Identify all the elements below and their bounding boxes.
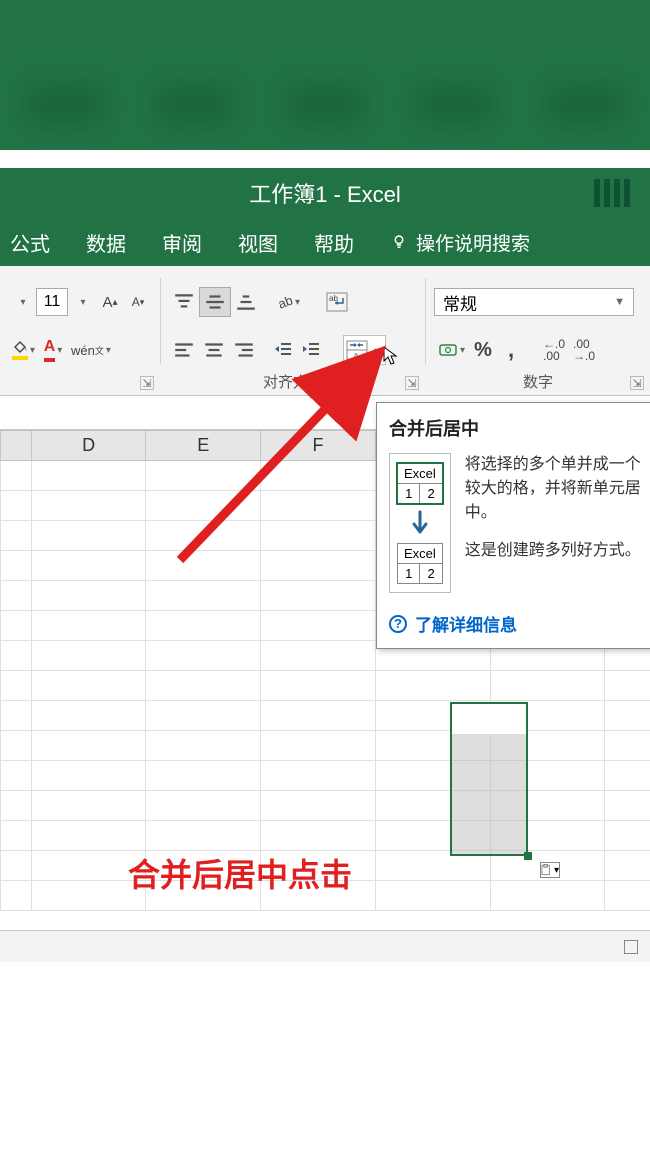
- watermark: Baidu 经验 jingyan.baidu.com: [515, 1103, 636, 1145]
- selection-handle[interactable]: [524, 852, 532, 860]
- font-size-input[interactable]: 11: [36, 288, 68, 316]
- number-format-value: 常规: [443, 290, 477, 315]
- tell-me-search[interactable]: 操作说明搜索: [390, 229, 530, 256]
- tab-view[interactable]: 视图: [238, 228, 278, 257]
- column-header-d[interactable]: D: [31, 431, 146, 461]
- font-size-dropdown[interactable]: [68, 287, 96, 317]
- down-arrow-icon: [408, 510, 432, 538]
- cell-selection: [450, 702, 528, 856]
- svg-text:a: a: [354, 352, 358, 359]
- svg-text:ab: ab: [276, 293, 293, 311]
- tooltip-learn-more-link[interactable]: ? 了解详细信息: [389, 611, 647, 636]
- wrap-text-button[interactable]: ab: [322, 287, 352, 317]
- decorative-bars: [594, 179, 630, 207]
- decrease-decimal-button[interactable]: .00→.0: [569, 335, 599, 365]
- align-bottom-button[interactable]: [231, 287, 261, 317]
- increase-font-button[interactable]: A▴: [96, 287, 124, 317]
- title-bar: 工作簿1 - Excel: [0, 168, 650, 218]
- font-group-launcher[interactable]: ⇲: [140, 376, 154, 390]
- app-chrome-top: [0, 0, 650, 168]
- merge-center-tooltip: 合并后居中 Excel12 Excel12 将选择的多个单并成一个较大的格，并将…: [376, 402, 650, 649]
- tab-help[interactable]: 帮助: [314, 228, 354, 257]
- align-group-launcher[interactable]: ⇲: [405, 376, 419, 390]
- decrease-font-button[interactable]: A▾: [124, 287, 152, 317]
- currency-icon: [438, 341, 458, 359]
- ribbon-tabs: 公式 数据 审阅 视图 帮助 操作说明搜索: [0, 218, 650, 266]
- align-center-button[interactable]: [199, 335, 229, 365]
- gap: [0, 150, 650, 170]
- blurred-region: [0, 60, 650, 150]
- bucket-icon: [12, 340, 28, 360]
- font-color-button[interactable]: A: [39, 335, 67, 365]
- decrease-indent-button[interactable]: [269, 335, 297, 365]
- align-top-button[interactable]: [169, 287, 199, 317]
- increase-decimal-button[interactable]: ←.0.00: [539, 335, 569, 365]
- clipboard-icon: [541, 864, 554, 876]
- ribbon: 11 A▴ A▾ A wén文 ⇲: [0, 266, 650, 396]
- status-bar: [0, 930, 650, 962]
- tooltip-illustration: Excel12 Excel12: [389, 453, 451, 593]
- baidu-paw-icon: [515, 1106, 535, 1126]
- number-group-launcher[interactable]: ⇲: [630, 376, 644, 390]
- comma-button[interactable]: ,: [497, 335, 525, 365]
- phonetic-button[interactable]: wén文: [67, 335, 115, 365]
- tab-review[interactable]: 审阅: [162, 228, 202, 257]
- increase-indent-button[interactable]: [297, 335, 325, 365]
- cursor-icon: [382, 345, 400, 367]
- number-format-dropdown[interactable]: 常规 ▼: [434, 288, 634, 316]
- align-middle-button[interactable]: [199, 287, 231, 317]
- orientation-button[interactable]: ab: [271, 287, 304, 317]
- align-group-label: 对齐方式: [161, 371, 425, 392]
- workbook-title: 工作簿1 - Excel: [249, 177, 401, 209]
- fill-color-button[interactable]: [8, 335, 39, 365]
- tooltip-title: 合并后居中: [389, 415, 647, 441]
- tooltip-description: 将选择的多个单并成一个较大的格，并将新单元居中。 这是创建跨多列好方式。: [465, 453, 647, 593]
- column-header-f[interactable]: F: [261, 431, 376, 461]
- tab-data[interactable]: 数据: [86, 228, 126, 257]
- chevron-down-icon: ▼: [614, 296, 625, 308]
- font-name-dropdown[interactable]: [8, 287, 36, 317]
- merge-center-icon: a: [346, 340, 368, 360]
- instruction-text: 合并后居中点击: [128, 850, 352, 896]
- view-normal-button[interactable]: [624, 940, 638, 954]
- help-icon: ?: [389, 615, 407, 633]
- merge-center-dropdown[interactable]: [368, 341, 383, 359]
- paste-options-button[interactable]: ▾: [540, 862, 560, 878]
- align-right-button[interactable]: [229, 335, 259, 365]
- row-header-area[interactable]: [1, 431, 32, 461]
- align-left-button[interactable]: [169, 335, 199, 365]
- lightbulb-icon: [390, 233, 408, 251]
- percent-button[interactable]: %: [469, 335, 497, 365]
- accounting-format-button[interactable]: [434, 335, 469, 365]
- merge-center-button[interactable]: a: [343, 335, 386, 365]
- tell-me-label: 操作说明搜索: [416, 229, 530, 256]
- font-color-a-icon: A: [44, 338, 56, 362]
- number-group-label: 数字: [426, 371, 650, 392]
- column-header-e[interactable]: E: [146, 431, 261, 461]
- tab-formulas[interactable]: 公式: [10, 228, 50, 257]
